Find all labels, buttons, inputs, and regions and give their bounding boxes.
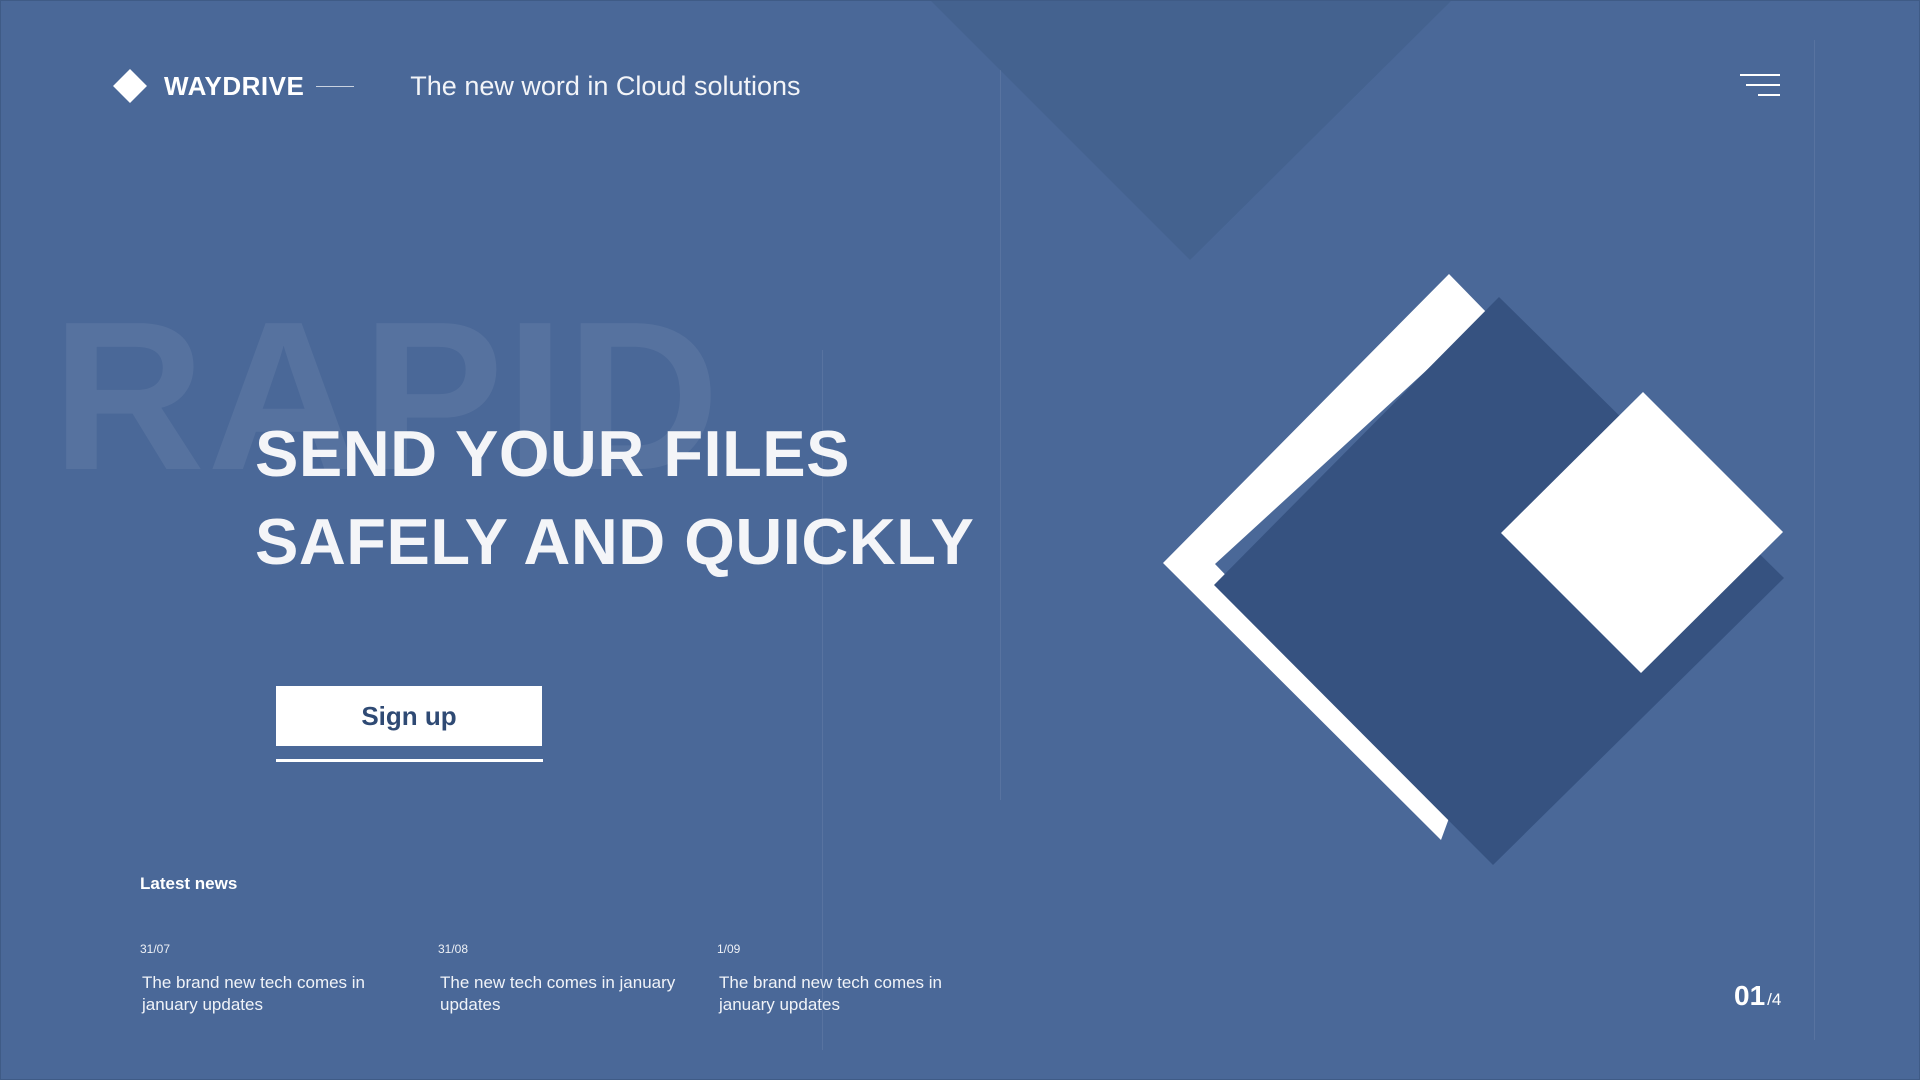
hamburger-menu-icon[interactable] bbox=[1736, 70, 1780, 98]
landing-page: WAYDRIVE The new word in Cloud solutions… bbox=[0, 0, 1920, 1080]
signup-underline bbox=[276, 759, 543, 762]
menu-line bbox=[1758, 94, 1780, 96]
logo-divider bbox=[316, 85, 355, 87]
slide-pagination[interactable]: 01 /4 bbox=[1734, 980, 1781, 1012]
page-current: 01 bbox=[1734, 980, 1766, 1011]
news-item[interactable]: 1/09 The brand new tech comes in january… bbox=[717, 942, 987, 1016]
news-date: 1/09 bbox=[717, 942, 741, 956]
news-date: 31/08 bbox=[438, 942, 469, 956]
signup-button[interactable]: Sign up bbox=[276, 686, 542, 746]
news-text[interactable]: The brand new tech comes in january upda… bbox=[142, 972, 410, 1016]
news-text[interactable]: The brand new tech comes in january upda… bbox=[719, 972, 987, 1016]
menu-line bbox=[1746, 84, 1780, 86]
news-item[interactable]: 31/08 The new tech comes in january upda… bbox=[438, 942, 708, 1016]
page-total: /4 bbox=[1767, 990, 1782, 1009]
news-text[interactable]: The new tech comes in january updates bbox=[440, 972, 708, 1016]
news-heading: Latest news bbox=[140, 874, 238, 893]
hero-title-line1: SEND YOUR FILES bbox=[255, 417, 851, 490]
news-item[interactable]: 31/07 The brand new tech comes in januar… bbox=[140, 942, 410, 1016]
logo-diamond-icon[interactable] bbox=[113, 69, 147, 103]
hero-title-line2: SAFELY AND QUICKLY bbox=[255, 505, 975, 578]
menu-line bbox=[1740, 74, 1780, 76]
hero-title: SEND YOUR FILES SAFELY AND QUICKLY bbox=[255, 410, 974, 586]
brand-tagline: The new word in Cloud solutions bbox=[410, 70, 801, 101]
guide-line bbox=[1814, 40, 1815, 1040]
brand-name[interactable]: WAYDRIVE bbox=[164, 71, 304, 102]
guide-line bbox=[1000, 70, 1001, 800]
site-header: WAYDRIVE The new word in Cloud solutions bbox=[113, 66, 801, 106]
news-date: 31/07 bbox=[140, 942, 171, 956]
